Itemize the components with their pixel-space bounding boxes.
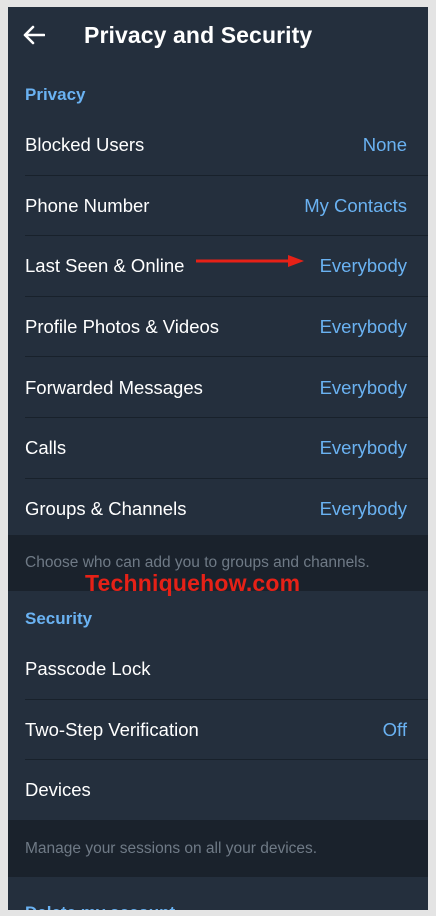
forwarded-messages-row[interactable]: Forwarded Messages Everybody	[8, 357, 428, 418]
row-value: Off	[382, 718, 407, 740]
groups-channels-row[interactable]: Groups & Channels Everybody	[8, 479, 428, 540]
watermark-text: Techniquehow.com	[85, 570, 301, 596]
row-value: Everybody	[319, 316, 407, 338]
row-label: Passcode Lock	[25, 658, 151, 680]
app-header: Privacy and Security	[8, 7, 428, 63]
profile-photos-row[interactable]: Profile Photos & Videos Everybody	[8, 297, 428, 358]
app-frame: Privacy and Security Privacy Blocked Use…	[8, 7, 428, 910]
row-value: Everybody	[319, 497, 407, 519]
row-label: Calls	[25, 437, 67, 459]
red-arrow-annotation	[196, 255, 304, 267]
row-value: Everybody	[319, 255, 407, 277]
back-button[interactable]	[8, 7, 62, 63]
row-value: Everybody	[319, 437, 407, 459]
row-label: Blocked Users	[25, 134, 145, 156]
calls-row[interactable]: Calls Everybody	[8, 418, 428, 479]
row-label: Profile Photos & Videos	[25, 316, 220, 338]
blocked-users-row[interactable]: Blocked Users None	[8, 115, 428, 176]
devices-row[interactable]: Devices	[8, 760, 428, 821]
security-hint: Manage your sessions on all your devices…	[8, 820, 428, 877]
privacy-section: Privacy Blocked Users None Phone Number …	[8, 63, 428, 540]
privacy-section-title: Privacy	[25, 85, 86, 104]
page-title: Privacy and Security	[84, 21, 313, 48]
row-label: Forwarded Messages	[25, 376, 203, 398]
two-step-verification-row[interactable]: Two-Step Verification Off	[8, 700, 428, 761]
row-label: Groups & Channels	[25, 497, 187, 519]
row-label: Devices	[25, 779, 91, 801]
security-section: Security Passcode Lock Two-Step Verifica…	[8, 591, 428, 821]
phone-number-row[interactable]: Phone Number My Contacts	[8, 176, 428, 237]
row-value: Everybody	[319, 376, 407, 398]
row-value: None	[362, 134, 407, 156]
row-label: Two-Step Verification	[25, 718, 199, 740]
delete-account-section: Delete my account	[8, 877, 428, 910]
arrow-left-icon	[23, 25, 45, 45]
row-value: My Contacts	[304, 194, 407, 216]
passcode-lock-row[interactable]: Passcode Lock	[8, 639, 428, 700]
row-label: Phone Number	[25, 194, 150, 216]
security-section-title: Security	[25, 609, 93, 628]
row-label: Last Seen & Online	[25, 255, 185, 277]
delete-account-title[interactable]: Delete my account	[8, 883, 428, 910]
